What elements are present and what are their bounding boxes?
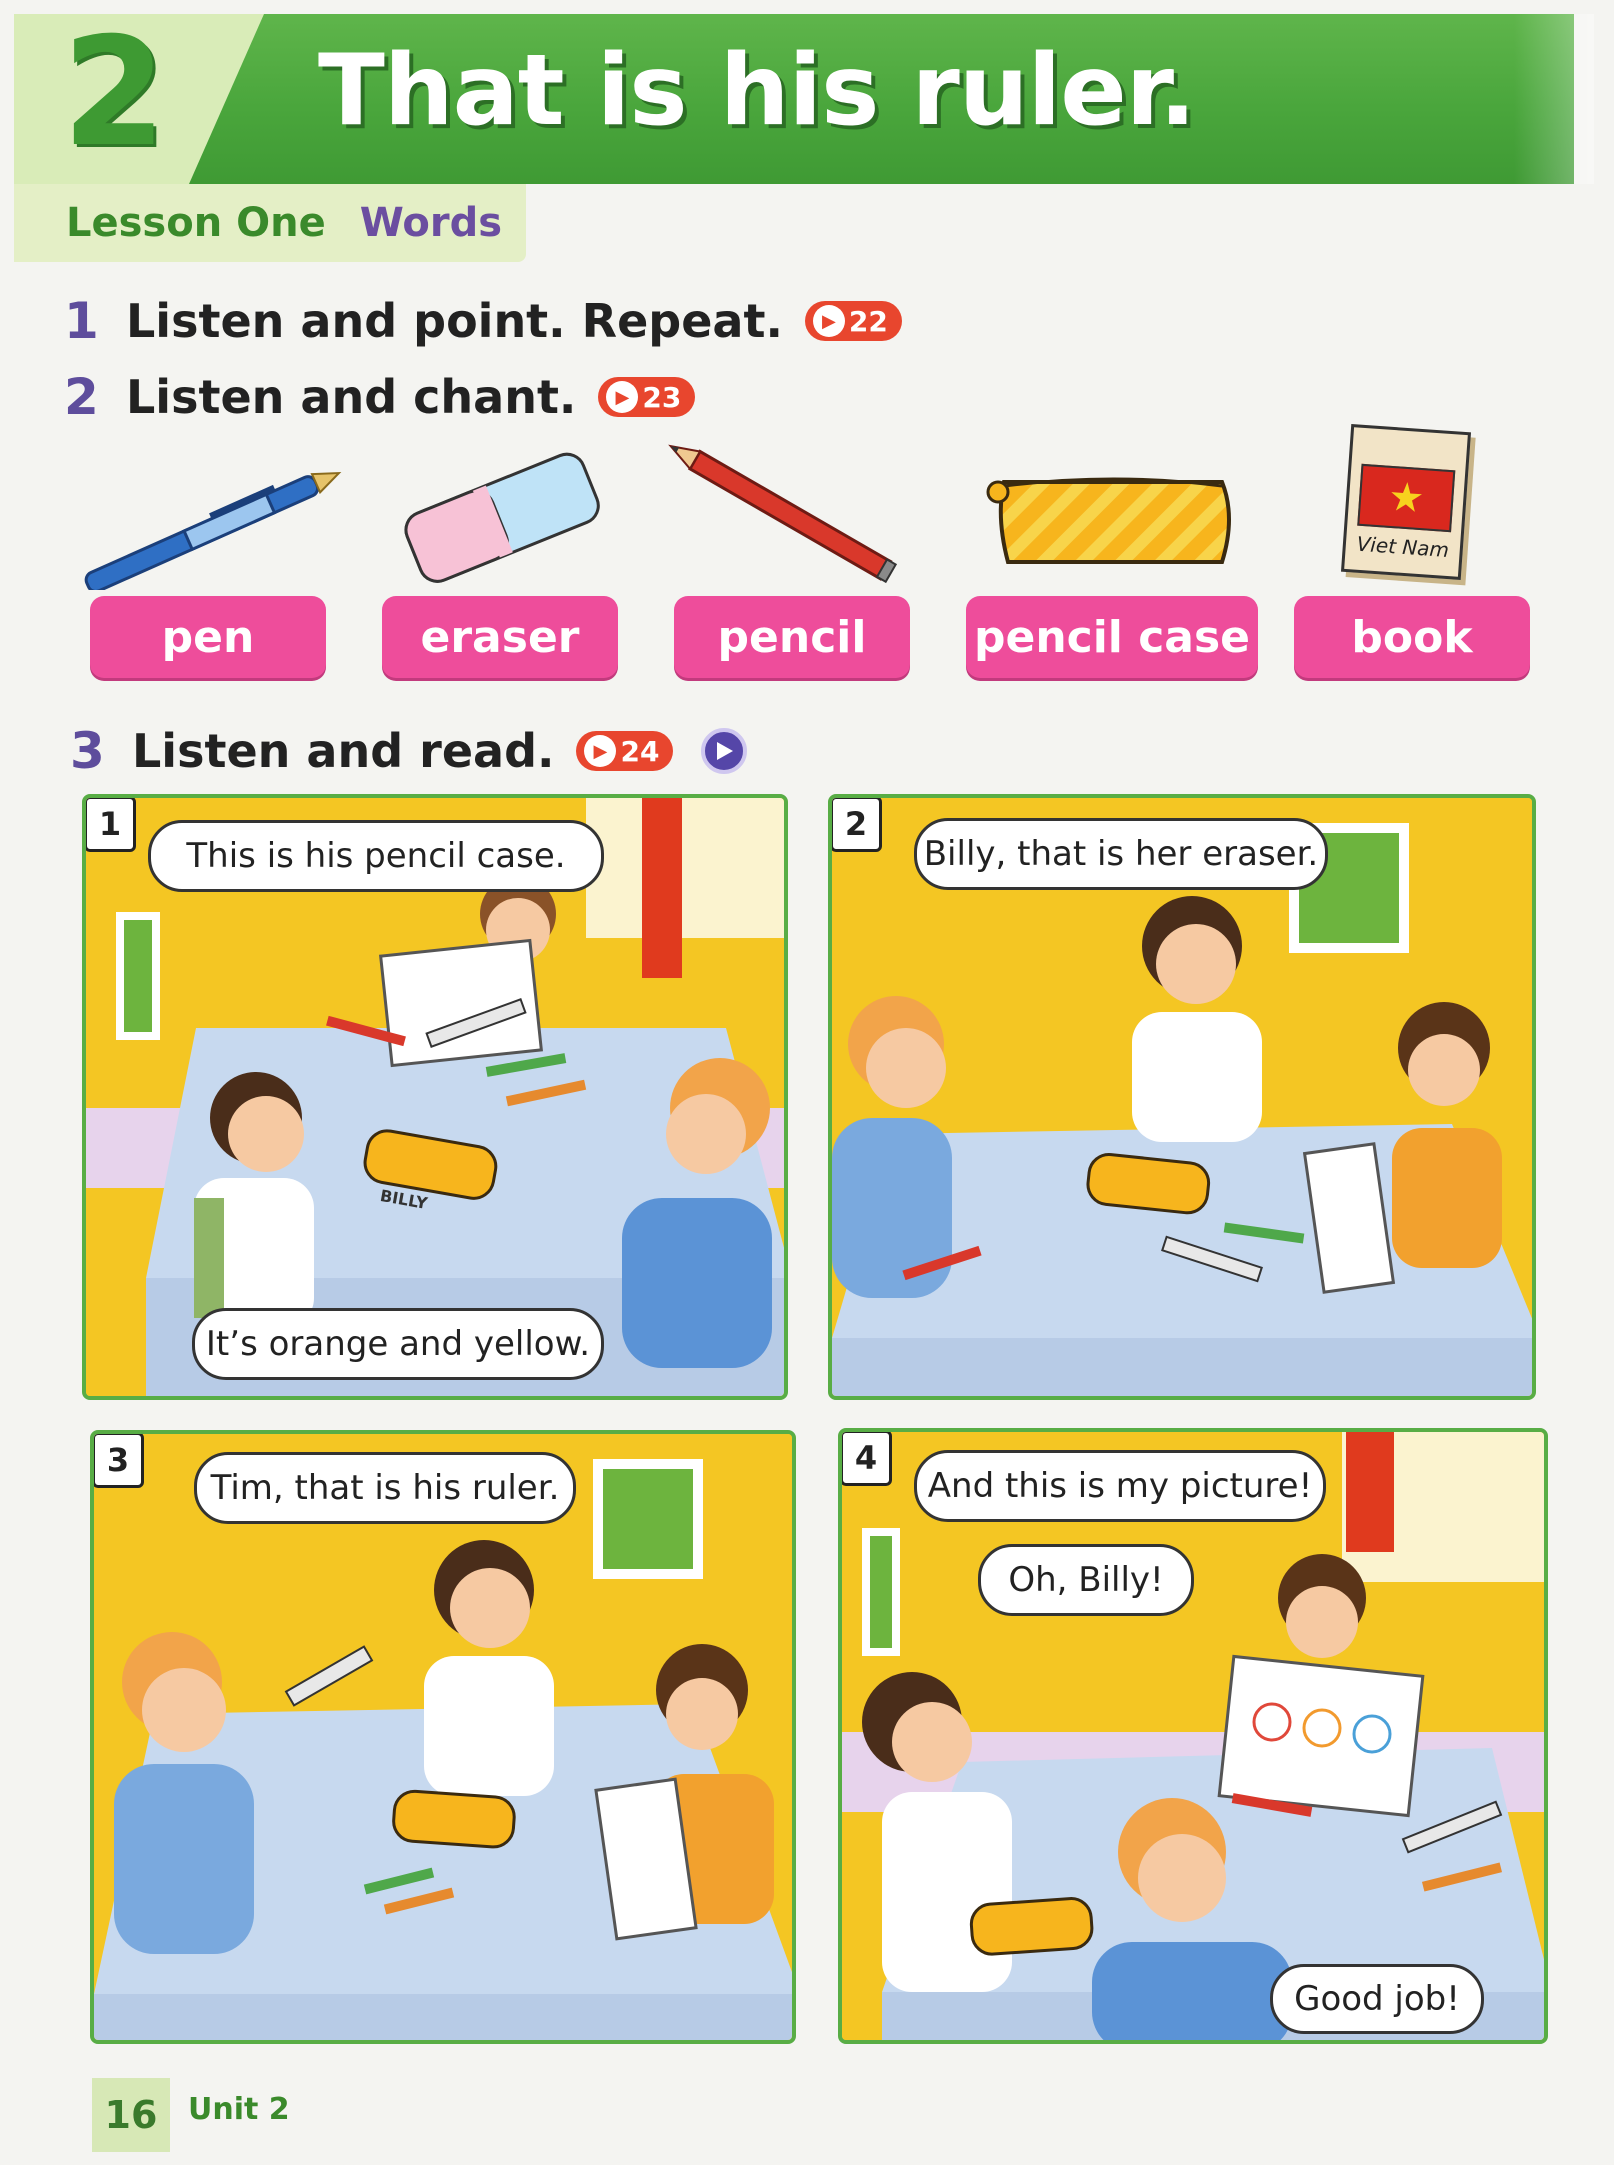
instruction-text: Listen and chant. [126,370,577,424]
book-cover-text: Viet Nam [1355,531,1450,563]
speaker-icon: ▶ [606,381,639,413]
audio-track-number: 24 [620,734,660,768]
lesson-tab: Lesson One Words [14,184,526,262]
speech-bubble: Oh, Billy! [978,1544,1194,1616]
instruction-text: Listen and read. [132,724,555,778]
speech-bubble: Billy, that is her eraser. [914,818,1328,890]
unit-label: Unit 2 [188,2092,290,2127]
eraser-icon [404,452,600,583]
lesson-topic: Words [359,200,503,246]
comic-panel-1: BILLY 1 This is his pencil case. It’s or… [82,794,788,1400]
pencil-icon [668,444,898,584]
word-card-book[interactable]: book [1294,596,1530,678]
star-icon: ★ [1357,463,1456,533]
speech-bubble: Tim, that is his ruler. [194,1452,576,1524]
page-number: 16 [92,2078,170,2152]
panel-number: 3 [94,1434,144,1488]
scene-illustration [842,1432,1544,2040]
pen-icon [84,471,342,590]
panel-number: 4 [842,1432,892,1486]
audio-track-button[interactable]: ▶ 24 [576,731,674,771]
play-video-icon[interactable] [701,728,748,774]
instruction-1: 1 Listen and point. Repeat. ▶ 22 [64,292,902,350]
lesson-label: Lesson One [66,200,326,246]
book-icon: ★ Viet Nam [1340,423,1472,581]
comic-panel-2: 2 Billy, that is her eraser. [828,794,1536,1400]
comic-panel-3: 3 Tim, that is his ruler. [90,1430,796,2044]
audio-track-button[interactable]: ▶ 23 [598,377,696,417]
audio-track-button[interactable]: ▶ 22 [804,301,902,341]
instruction-number: 1 [64,292,99,350]
speech-bubble: And this is my picture! [914,1450,1326,1522]
speaker-icon: ▶ [812,305,845,337]
panel-number: 2 [832,798,882,852]
pencil-case-icon [986,477,1231,564]
page-title: That is his ruler. [318,34,1196,148]
speech-bubble: Good job! [1270,1964,1484,2034]
word-card-eraser[interactable]: eraser [382,596,618,678]
comic-panel-4: 4 And this is my picture! Oh, Billy! Goo… [838,1428,1548,2044]
instruction-number: 3 [70,722,105,780]
instruction-text: Listen and point. Repeat. [126,294,783,348]
instruction-number: 2 [64,368,99,426]
speaker-icon: ▶ [584,735,617,767]
audio-track-number: 23 [642,380,682,414]
speech-bubble: It’s orange and yellow. [192,1308,604,1380]
audio-track-number: 22 [848,304,888,338]
instruction-3: 3 Listen and read. ▶ 24 [70,722,748,780]
scene-illustration [94,1434,792,2040]
speech-bubble: This is his pencil case. [148,820,604,892]
unit-number: 2 [62,6,167,180]
instruction-2: 2 Listen and chant. ▶ 23 [64,368,696,426]
word-card-pen[interactable]: pen [90,596,326,678]
word-card-pencil-case[interactable]: pencil case [966,596,1258,678]
panel-number: 1 [86,798,136,852]
word-card-pencil[interactable]: pencil [674,596,910,678]
